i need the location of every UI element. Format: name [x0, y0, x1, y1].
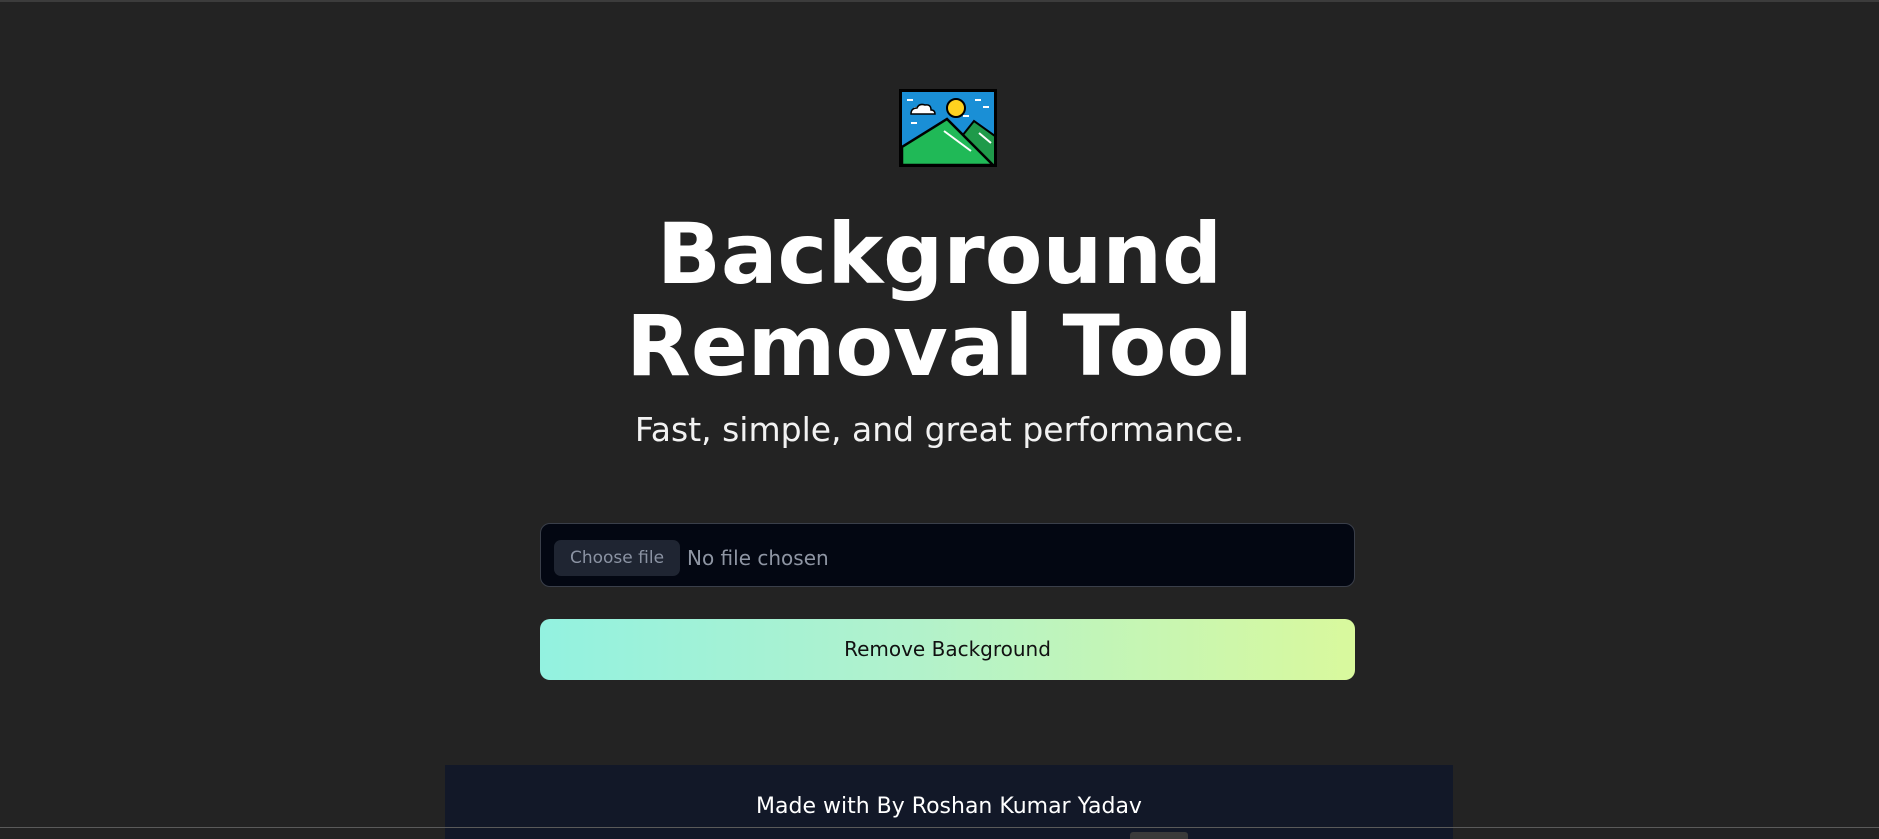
- file-input[interactable]: Choose file No file chosen: [540, 523, 1355, 587]
- footer-credit: Made with By Roshan Kumar Yadav: [756, 794, 1142, 819]
- scroll-handle[interactable]: [1130, 832, 1188, 839]
- choose-file-button[interactable]: Choose file: [554, 540, 680, 576]
- page-title: Background Removal Tool: [626, 205, 1253, 395]
- top-border: [0, 0, 1879, 2]
- page-subtitle: Fast, simple, and great performance.: [634, 410, 1245, 449]
- page: Background Removal Tool Fast, simple, an…: [0, 0, 1879, 839]
- remove-background-button[interactable]: Remove Background: [540, 619, 1355, 680]
- landscape-picture-icon: [899, 89, 997, 167]
- file-status-text: No file chosen: [687, 546, 829, 570]
- window-bottom-edge: [0, 827, 1879, 828]
